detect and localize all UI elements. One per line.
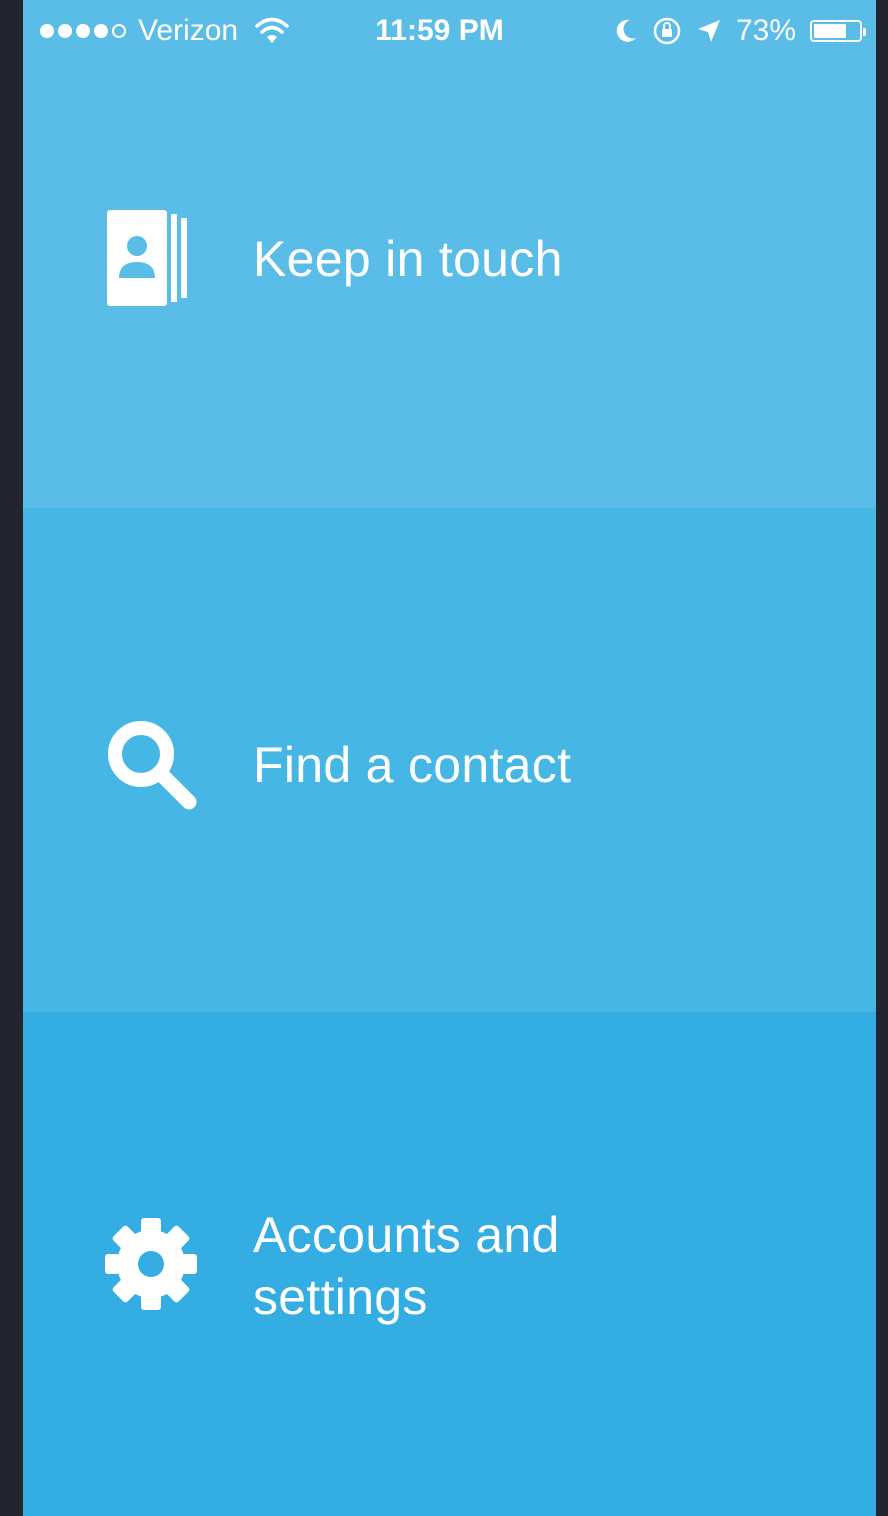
status-bar: Verizon 11:59 PM 73% [23, 0, 876, 68]
menu-item-accounts-and-settings[interactable]: Accounts and settings [23, 1012, 876, 1516]
device-frame: Verizon 11:59 PM 73% Keep in touch Find … [0, 0, 888, 1516]
battery-percent: 73% [735, 14, 796, 47]
menu-item-label: Find a contact [253, 737, 572, 793]
battery-icon [810, 20, 866, 42]
gear-icon [101, 1214, 201, 1314]
rotation-lock-icon [653, 17, 681, 45]
menu-item-label: Keep in touch [253, 231, 563, 287]
menu-item-find-a-contact[interactable]: Find a contact [23, 508, 876, 1012]
menu-item-label: Accounts and settings [253, 1207, 560, 1325]
search-icon [101, 714, 201, 814]
contacts-icon [101, 208, 201, 308]
moon-icon [616, 19, 636, 42]
app-screen: Verizon 11:59 PM 73% Keep in touch Find … [23, 0, 876, 1516]
menu-item-keep-in-touch[interactable]: Keep in touch [23, 0, 876, 508]
status-bar-right: 73% [614, 14, 866, 48]
location-icon [697, 20, 720, 42]
